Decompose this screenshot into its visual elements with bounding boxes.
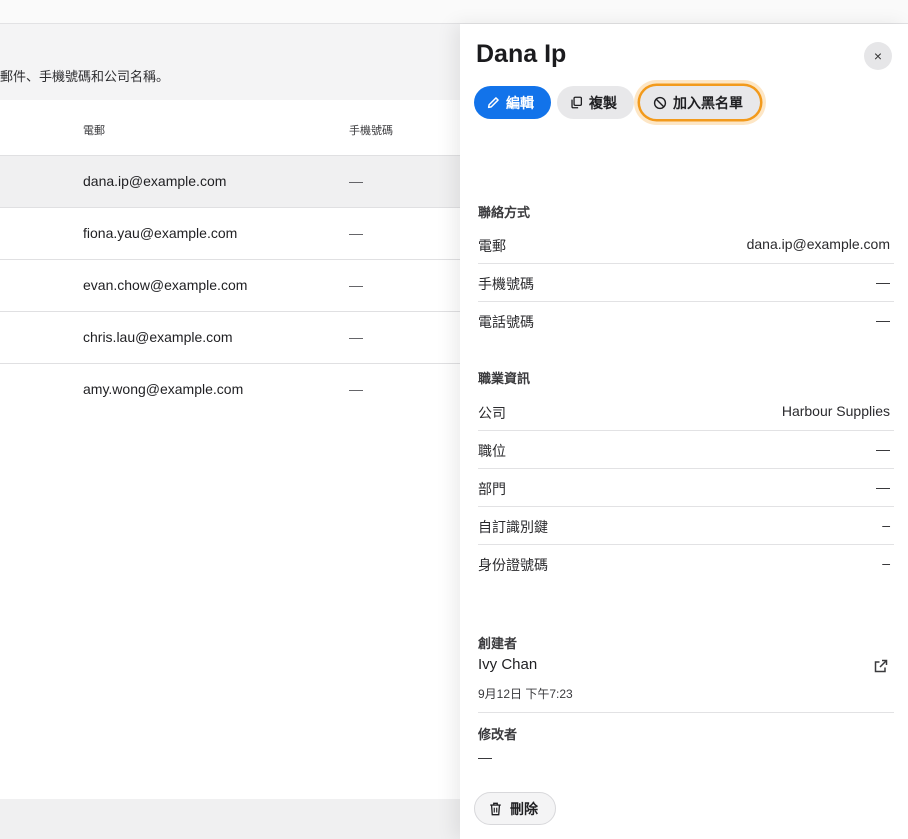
department-field: 部門 — — [478, 469, 894, 507]
creator-heading: 創建者 — [478, 636, 518, 651]
id-number-field: 身份證號碼 – — [478, 545, 894, 583]
created-date: 9月12日 下午7:23 — [478, 687, 573, 701]
phone-label: 電話號碼 — [478, 314, 534, 330]
row-mobile: — — [349, 329, 363, 345]
delete-button[interactable]: 刪除 — [474, 792, 556, 825]
mobile-field: 手機號碼 — — [478, 264, 894, 302]
contact-section-heading: 聯絡方式 — [478, 205, 531, 220]
block-icon — [653, 96, 667, 109]
modifier-value: — — [478, 749, 492, 765]
table-row[interactable]: dana.ip@example.com — — [0, 156, 480, 208]
add-to-blacklist-button[interactable]: 加入黑名單 — [640, 86, 760, 119]
edit-button[interactable]: 編輯 — [474, 86, 551, 119]
copy-button-label: 複製 — [589, 94, 617, 111]
copy-button[interactable]: 複製 — [557, 86, 634, 119]
email-label: 電郵 — [478, 238, 506, 254]
row-email: fiona.yau@example.com — [83, 225, 238, 241]
job-section-heading: 職業資訊 — [478, 371, 531, 386]
table-footer — [0, 799, 480, 839]
row-mobile: — — [349, 225, 363, 241]
phone-field: 電話號碼 — — [478, 302, 894, 340]
mobile-label: 手機號碼 — [478, 276, 534, 292]
position-value: — — [876, 441, 890, 457]
add-to-blacklist-label: 加入黑名單 — [673, 94, 743, 111]
table-header: 電郵 手機號碼 — [0, 100, 480, 156]
table-row[interactable]: amy.wong@example.com — — [0, 364, 480, 416]
edit-button-label: 編輯 — [506, 94, 534, 111]
custom-id-field: 自訂識別鍵 – — [478, 507, 894, 545]
company-label: 公司 — [478, 405, 506, 421]
pencil-icon — [487, 97, 499, 109]
column-header-mobile[interactable]: 手機號碼 — [349, 122, 393, 138]
delete-button-label: 刪除 — [510, 800, 538, 817]
mobile-value: — — [876, 274, 890, 290]
position-field: 職位 — — [478, 431, 894, 469]
panel-title: Dana Ip — [476, 40, 567, 68]
row-email: amy.wong@example.com — [83, 381, 244, 397]
top-bar — [0, 0, 908, 24]
position-label: 職位 — [478, 443, 506, 459]
row-email: evan.chow@example.com — [83, 277, 248, 293]
external-link-icon[interactable] — [873, 658, 889, 674]
row-mobile: — — [349, 277, 363, 293]
contact-detail-panel: Dana Ip × 編輯 複製 加入黑名單 聯絡方式 電郵 dana.ip@ex… — [460, 24, 908, 839]
search-hint: 郵件、手機號碼和公司名稱。 — [0, 69, 170, 84]
custom-id-label: 自訂識別鍵 — [478, 519, 548, 535]
custom-id-value: – — [882, 517, 890, 533]
company-value: Harbour Supplies — [781, 403, 890, 419]
trash-icon — [490, 802, 501, 815]
department-value: — — [876, 479, 890, 495]
column-header-email[interactable]: 電郵 — [83, 122, 105, 138]
close-icon: × — [873, 48, 883, 64]
company-field: 公司 Harbour Supplies — [478, 393, 894, 431]
modifier-heading: 修改者 — [478, 727, 518, 742]
email-value: dana.ip@example.com — [746, 236, 890, 252]
phone-value: — — [876, 312, 890, 328]
contacts-table: 電郵 手機號碼 dana.ip@example.com — fiona.yau@… — [0, 100, 480, 799]
table-row[interactable]: fiona.yau@example.com — — [0, 208, 480, 260]
row-mobile: — — [349, 173, 363, 189]
creator-name: Ivy Chan — [478, 656, 538, 673]
id-number-label: 身份證號碼 — [478, 557, 548, 573]
row-email: dana.ip@example.com — [83, 173, 227, 189]
row-mobile: — — [349, 381, 363, 397]
close-button[interactable]: × — [864, 42, 892, 70]
department-label: 部門 — [478, 481, 506, 497]
row-email: chris.lau@example.com — [83, 329, 233, 345]
divider — [478, 712, 894, 713]
email-field: 電郵 dana.ip@example.com — [478, 226, 894, 264]
table-row[interactable]: chris.lau@example.com — — [0, 312, 480, 364]
table-row[interactable]: evan.chow@example.com — — [0, 260, 480, 312]
id-number-value: – — [882, 555, 890, 571]
copy-icon — [571, 96, 583, 109]
